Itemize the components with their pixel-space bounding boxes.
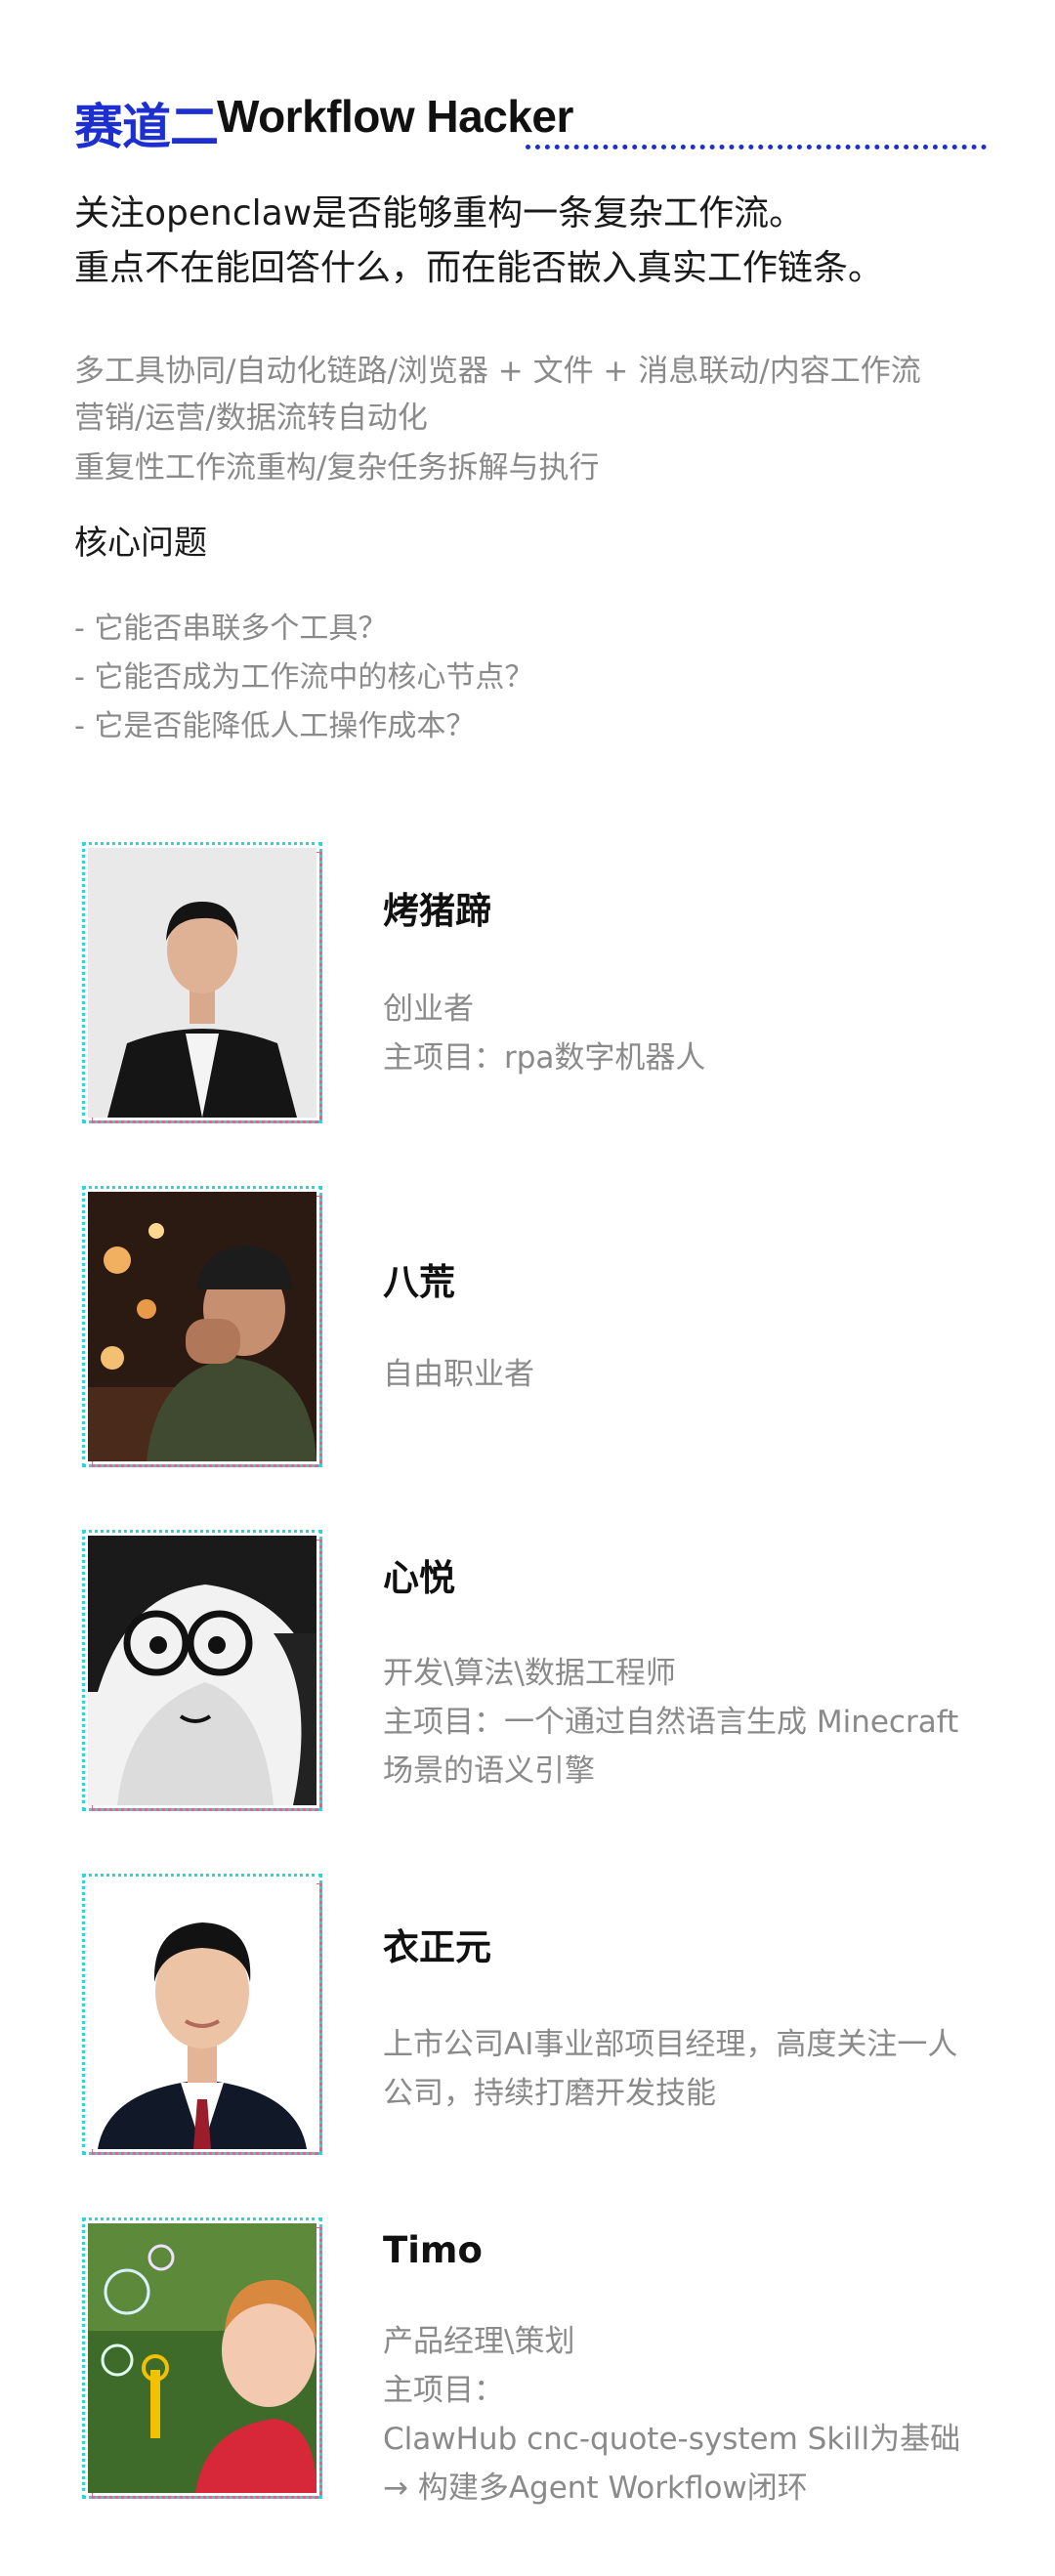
intro-line-2: 重点不在能回答什么，而在能否嵌入真实工作链条。 <box>74 248 884 288</box>
intro-line-1: 关注openclaw是否能够重构一条复杂工作流。 <box>74 193 805 233</box>
person-project-continued: 场景的语义引擎 <box>383 1753 595 1789</box>
person-project: ClawHub cnc-quote-system Skill为基础 <box>383 2422 961 2457</box>
core-questions-title: 核心问题 <box>74 524 207 563</box>
manga-portrait-glasses-icon <box>82 1530 322 1811</box>
person-portrait-cap-icon <box>82 1186 322 1467</box>
person-portrait-suit-icon <box>82 842 322 1123</box>
person-info: 上市公司AI事业部项目经理，高度关注一人 公司，持续打磨开发技能 <box>383 2020 998 2118</box>
person-role: 创业者 <box>383 992 474 1027</box>
person-role: 上市公司AI事业部项目经理，高度关注一人 <box>383 2027 958 2062</box>
person-role-continued: 公司，持续打磨开发技能 <box>383 2076 716 2111</box>
person-portrait-id-icon <box>82 1874 322 2155</box>
core-question: - 它是否能降低人工操作成本？ <box>74 709 476 743</box>
person-role: 开发\算法\数据工程师 <box>383 1656 676 1691</box>
child-bubbles-portrait-icon <box>82 2217 322 2499</box>
person-project-label: 主项目： <box>383 2373 504 2408</box>
focus-tags-line-1: 多工具协同/自动化链路/浏览器 + 文件 + 消息联动/内容工作流 <box>74 354 921 389</box>
track-tag: 赛道二 <box>74 99 219 155</box>
core-question: - 它能否串联多个工具？ <box>74 612 388 646</box>
person-name: Timo <box>383 2229 483 2271</box>
person-info: 产品经理\策划 主项目： ClawHub cnc-quote-system Sk… <box>383 2317 998 2513</box>
person-project: 主项目：一个通过自然语言生成 Minecraft <box>383 1705 959 1740</box>
person-name: 衣正元 <box>383 1926 491 1968</box>
person-info: 创业者 主项目：rpa数字机器人 <box>383 985 998 1082</box>
core-question: - 它能否成为工作流中的核心节点？ <box>74 660 534 695</box>
person-name: 烤猪蹄 <box>383 890 491 932</box>
person-role: 自由职业者 <box>383 1357 534 1392</box>
person-project: 主项目：rpa数字机器人 <box>383 1040 706 1076</box>
person-name: 心悦 <box>383 1557 455 1599</box>
person-info: 开发\算法\数据工程师 主项目：一个通过自然语言生成 Minecraft 场景的… <box>383 1649 998 1795</box>
track-name: Workflow Hacker <box>217 91 573 142</box>
person-info: 自由职业者 <box>383 1350 998 1399</box>
header-dotted-divider <box>526 145 987 149</box>
person-role: 产品经理\策划 <box>383 2324 575 2359</box>
focus-tags-line-2: 营销/运营/数据流转自动化 <box>74 401 428 436</box>
focus-tags-line-3: 重复性工作流重构/复杂任务拆解与执行 <box>74 450 600 486</box>
person-name: 八荒 <box>383 1261 455 1303</box>
person-project-continued: → 构建多Agent Workflow闭环 <box>383 2470 808 2506</box>
